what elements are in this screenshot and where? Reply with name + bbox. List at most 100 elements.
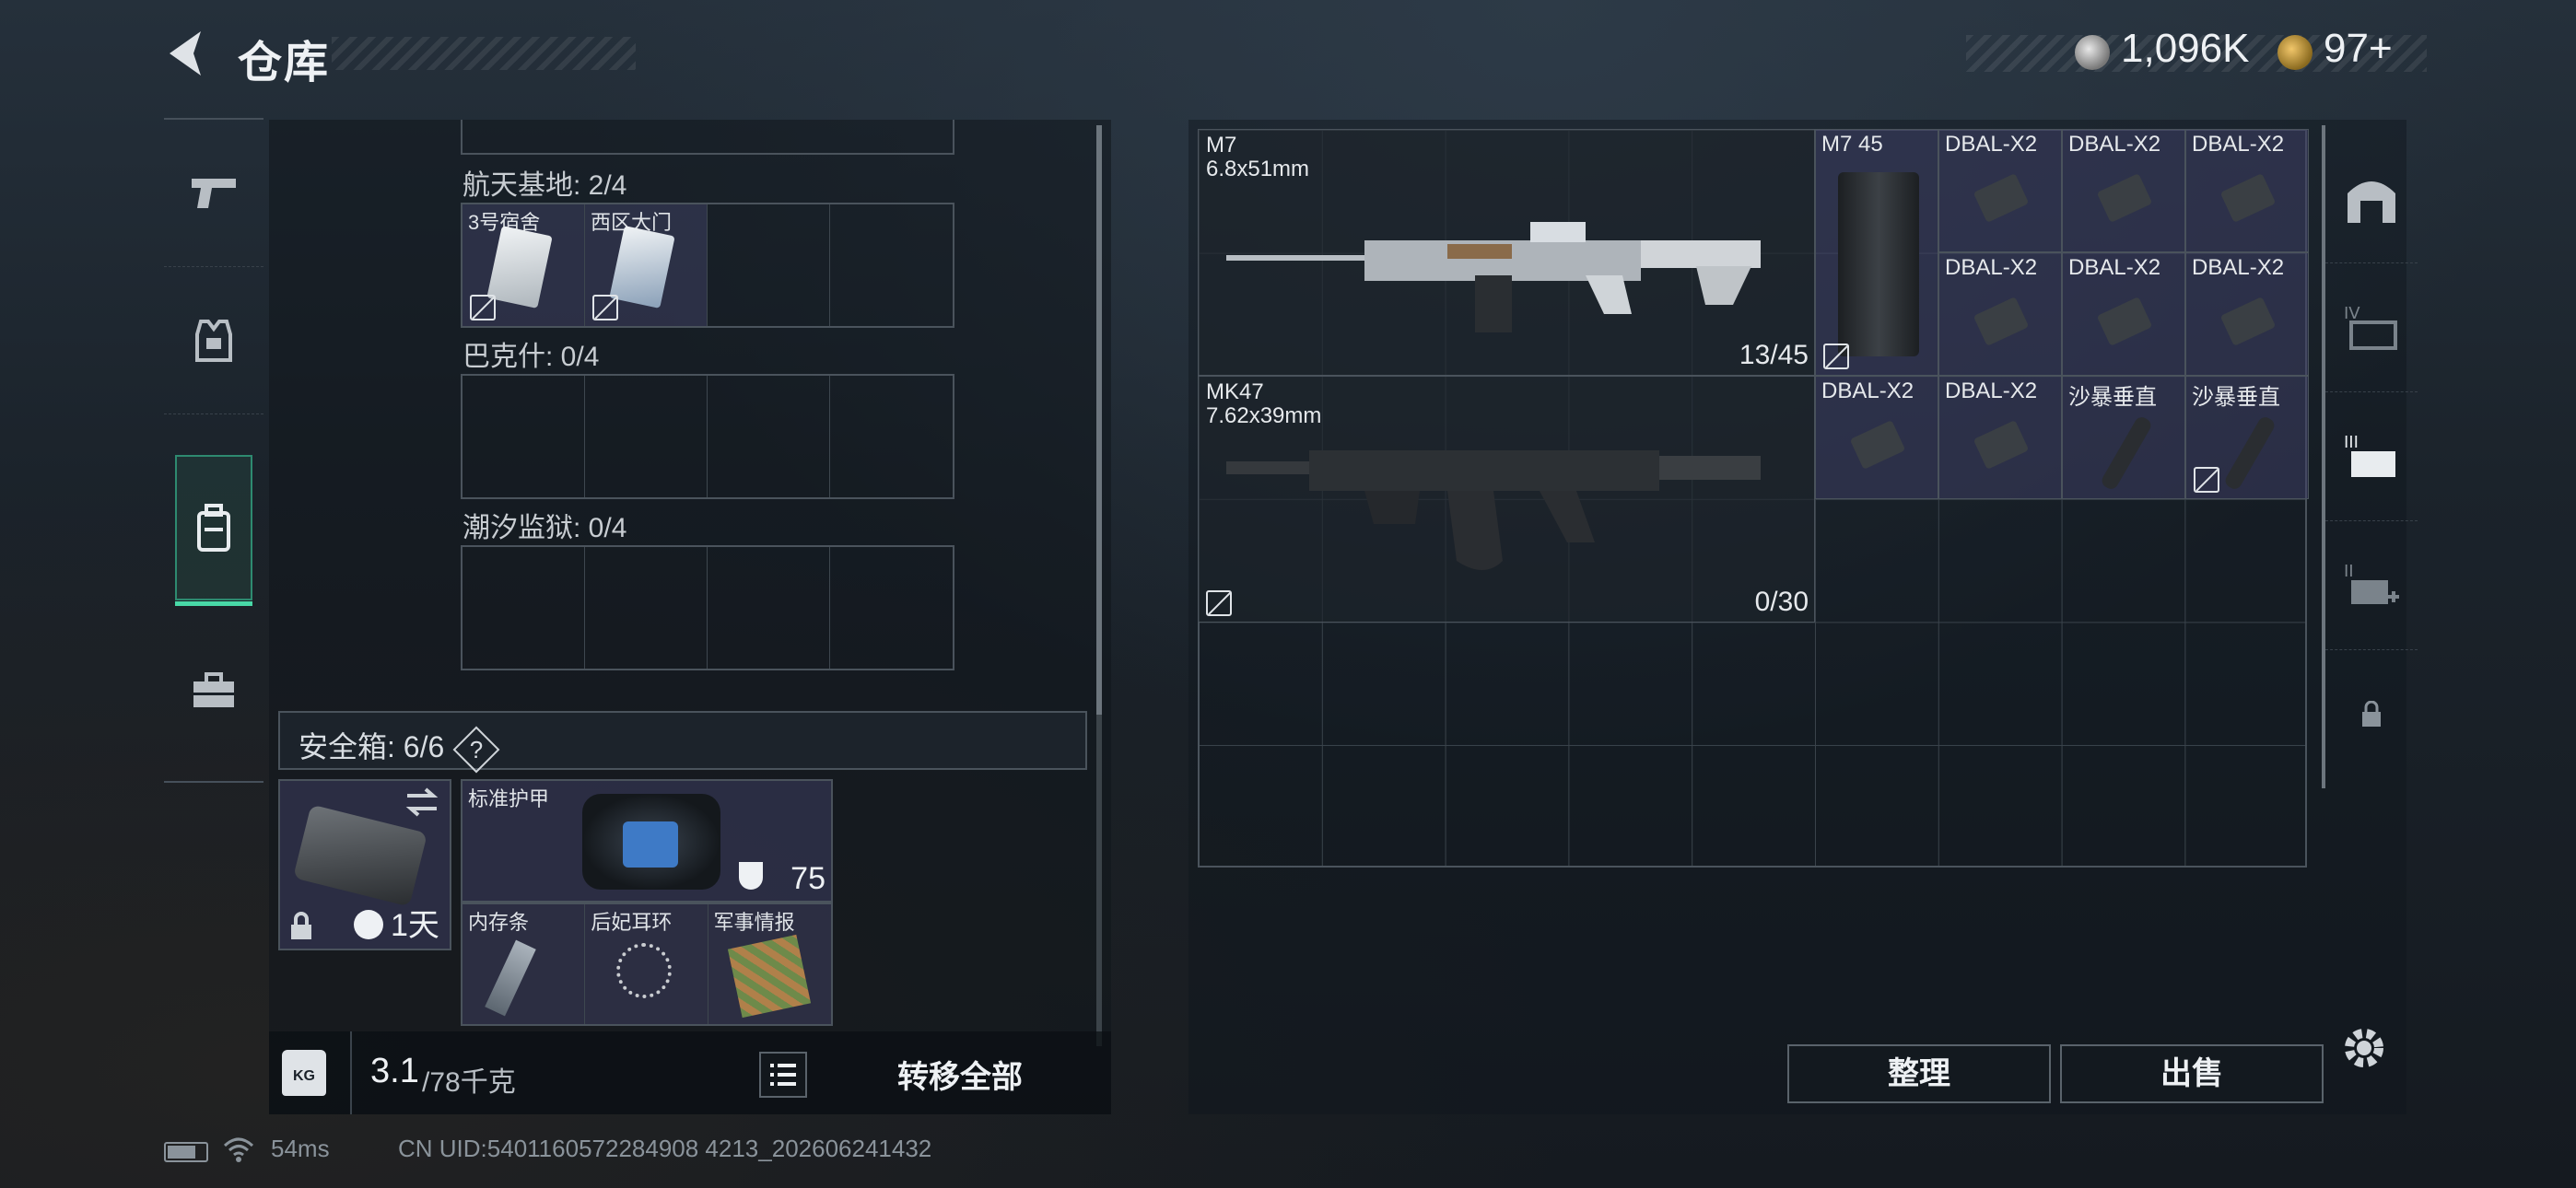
item-card-m7-mag[interactable]: M7 45 <box>1815 129 1938 376</box>
container-grid-bakhsh <box>461 374 954 499</box>
empty-slot[interactable] <box>830 376 953 497</box>
back-icon[interactable] <box>164 28 208 79</box>
sell-button[interactable]: 出售 <box>2060 1044 2324 1103</box>
stash-tabs: IV III II <box>2322 125 2418 788</box>
help-button[interactable]: ? <box>452 726 500 774</box>
armor-durability: 75 <box>790 861 825 896</box>
svg-text:II: II <box>2344 562 2354 581</box>
lock-icon <box>291 912 311 939</box>
safebox-items: 内存条 后妃耳环 军事情报 <box>461 903 833 1026</box>
item-card-grip[interactable]: 沙暴垂直 <box>2062 376 2185 499</box>
container-grid-prison <box>461 545 954 670</box>
armor-slot[interactable]: 标准护甲 75 <box>461 779 833 903</box>
transfer-all-button[interactable]: 转移全部 <box>897 1052 1023 1097</box>
tab-locked <box>2325 650 2418 779</box>
tab-backpack[interactable] <box>175 455 252 606</box>
weapon-m7[interactable]: M7 6.8x51mm 13/45 <box>1198 129 1815 376</box>
item-card-dbal[interactable]: DBAL-X2 <box>2185 129 2309 252</box>
shield-icon <box>739 862 763 890</box>
sort-button[interactable]: 整理 <box>1787 1044 2051 1103</box>
container-label-bakhsh: 巴克什: 0/4 <box>463 342 600 372</box>
weight-kg-icon: KG <box>282 1050 326 1096</box>
item-label: DBAL-X2 <box>2068 132 2161 157</box>
rifle-mk47-icon <box>1226 450 1761 570</box>
magazine-icon <box>1838 172 1919 356</box>
tab-stash-main[interactable] <box>2325 134 2418 263</box>
list-view-button[interactable] <box>759 1052 807 1098</box>
empty-slot[interactable] <box>585 376 708 497</box>
item-label: DBAL-X2 <box>1821 379 1914 403</box>
empty-slot[interactable] <box>830 204 953 326</box>
currency-amount: 1,096K <box>2121 26 2250 71</box>
warehouse-icon <box>2348 181 2395 223</box>
armor-name: 标准护甲 <box>468 787 550 810</box>
container-partial <box>461 120 954 155</box>
settings-gear-icon[interactable] <box>2340 1024 2388 1072</box>
svg-text:IV: IV <box>2344 304 2360 323</box>
container-label-prison: 潮汐监狱: 0/4 <box>463 513 627 543</box>
tab-armor[interactable] <box>164 267 263 414</box>
empty-slot[interactable] <box>708 204 830 326</box>
category-sidebar <box>164 118 263 783</box>
empty-slot[interactable] <box>830 547 953 669</box>
laser-module-icon <box>1973 420 2030 470</box>
item-card[interactable]: 后妃耳环 <box>585 904 708 1024</box>
title-decoration <box>332 37 636 70</box>
item-card-dbal[interactable]: DBAL-X2 <box>1815 376 1938 499</box>
empty-slot[interactable] <box>585 547 708 669</box>
item-label: 后妃耳环 <box>591 911 673 934</box>
empty-slot[interactable] <box>708 547 830 669</box>
help-label: ? <box>469 735 484 763</box>
item-card-grip[interactable]: 沙暴垂直 <box>2185 376 2309 499</box>
weapon-mk47[interactable]: MK47 7.62x39mm 0/30 <box>1198 376 1815 623</box>
item-card[interactable]: 军事情报 <box>708 904 831 1024</box>
ping-readout: 54ms <box>271 1135 330 1162</box>
pistol-icon <box>192 178 236 208</box>
armor-vest-icon <box>195 319 232 362</box>
item-card-dbal[interactable]: DBAL-X2 <box>2062 252 2185 376</box>
swap-icon[interactable] <box>404 786 440 818</box>
vertical-grip-icon <box>2222 414 2277 492</box>
item-label: DBAL-X2 <box>1945 379 2038 403</box>
item-card-dbal[interactable]: DBAL-X2 <box>2185 252 2309 376</box>
stash-level-4-icon: IV <box>2344 304 2397 350</box>
item-card[interactable]: 内存条 <box>463 904 586 1024</box>
container-label-aerospace: 航天基地: 2/4 <box>463 170 627 201</box>
intel-docs-icon <box>727 934 811 1019</box>
empty-slot[interactable] <box>463 547 585 669</box>
premium-currency-amount[interactable]: 97+ <box>2324 26 2393 72</box>
item-label: 沙暴垂直 <box>2068 385 2157 410</box>
svg-text:III: III <box>2344 433 2359 452</box>
weapon-name: M7 <box>1206 133 1237 157</box>
safe-case-icon <box>293 804 427 907</box>
item-card[interactable]: 3号宿舍 <box>463 204 585 326</box>
no-trade-icon <box>1206 590 1232 616</box>
backpack-icon <box>197 504 230 552</box>
item-card-dbal[interactable]: DBAL-X2 <box>1938 129 2062 252</box>
user-uid: CN UID:5401160572284908 4213_20260624143… <box>398 1135 932 1162</box>
item-label: M7 45 <box>1821 132 1883 157</box>
briefcase-icon <box>193 672 234 707</box>
rental-timer: 1天 <box>391 908 439 943</box>
safebox-count: 6/6 <box>403 730 445 763</box>
tab-stash-2-add[interactable]: II <box>2325 521 2418 650</box>
empty-slot[interactable] <box>708 376 830 497</box>
empty-slot[interactable] <box>463 376 585 497</box>
laser-module-icon <box>1973 297 2030 346</box>
add-stash-icon: II <box>2344 562 2399 604</box>
weight-max: /78千克 <box>422 1067 516 1098</box>
item-card-dbal[interactable]: DBAL-X2 <box>1938 376 2062 499</box>
weight-current: 3.1 <box>370 1052 419 1090</box>
tab-briefcase[interactable] <box>164 617 263 764</box>
item-card-dbal[interactable]: DBAL-X2 <box>1938 252 2062 376</box>
scrollbar-thumb[interactable] <box>1096 125 1102 715</box>
item-card-dbal[interactable]: DBAL-X2 <box>2062 129 2185 252</box>
tab-firearms[interactable] <box>164 120 263 267</box>
tab-stash-3[interactable]: III <box>2325 392 2418 521</box>
safebox-slot[interactable]: 1天 <box>278 779 451 950</box>
item-card[interactable]: 西区大门 <box>585 204 708 326</box>
item-label: 内存条 <box>468 911 530 934</box>
silver-coin-icon <box>2075 35 2110 70</box>
tab-stash-4[interactable]: IV <box>2325 263 2418 392</box>
item-label: DBAL-X2 <box>1945 132 2038 157</box>
